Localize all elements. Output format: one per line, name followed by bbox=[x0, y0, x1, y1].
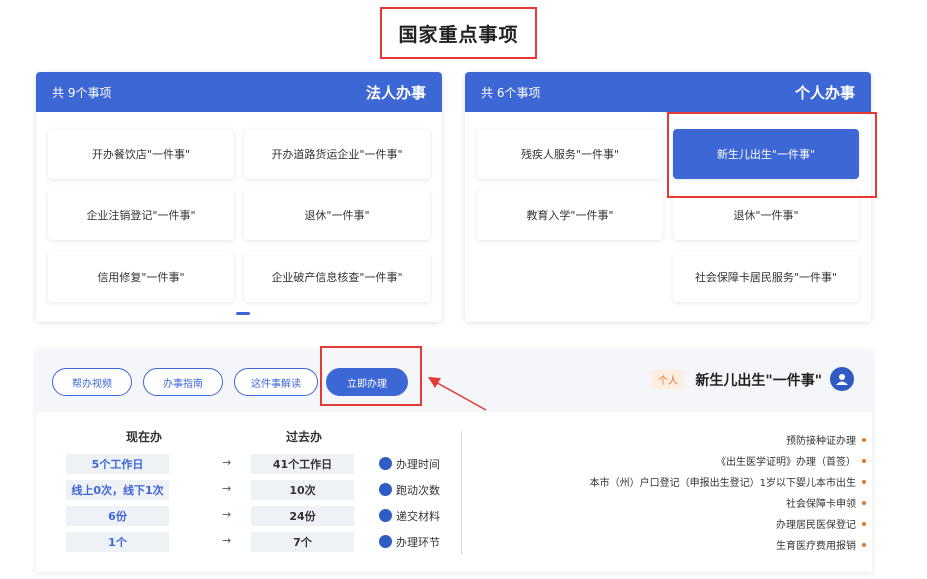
personal-panel: 共 6个事项 个人办事 新生儿出生"一件事" 残疾人服务"一件事" 退休"一件事… bbox=[465, 72, 871, 322]
page-title-box: 国家重点事项 bbox=[380, 7, 537, 59]
detail-section: 帮办视频 办事指南 这件事解读 立即办理 个人 新生儿出生"一件事" 现在办 过… bbox=[36, 350, 872, 572]
page-title: 国家重点事项 bbox=[398, 23, 519, 46]
bullet-icon bbox=[862, 521, 866, 526]
bullet-icon bbox=[862, 542, 866, 547]
compare-before-value: 24份 bbox=[251, 506, 354, 526]
compare-label: 递交材料 bbox=[396, 510, 440, 523]
help-video-button[interactable]: 帮办视频 bbox=[52, 368, 132, 396]
step-text: 生育医疗费用报销 bbox=[776, 541, 856, 552]
run-icon bbox=[379, 483, 392, 496]
legal-card-3[interactable]: 退休"一件事" bbox=[244, 190, 430, 240]
compare-label: 跑动次数 bbox=[396, 484, 440, 497]
legal-panel: 共 9个事项 法人办事 开办道路货运企业"一件事" 开办餐饮店"一件事" 退休"… bbox=[36, 72, 442, 322]
guide-button[interactable]: 办事指南 bbox=[143, 368, 223, 396]
compare-row: 1个 → 7个 办理环节 bbox=[66, 532, 466, 554]
personal-card-3[interactable]: 退休"一件事" bbox=[673, 190, 859, 240]
list-item: 社会保障卡申领 bbox=[786, 495, 866, 510]
arrow-icon: → bbox=[222, 482, 232, 495]
list-item: 本市（州）户口登记（申报出生登记）1岁以下婴儿本市出生 bbox=[590, 474, 866, 489]
legal-card-6[interactable]: 信用修复"一件事" bbox=[48, 252, 234, 302]
compare-now-value: 5个工作日 bbox=[66, 454, 169, 474]
bullet-icon bbox=[862, 500, 866, 505]
detail-title: 新生儿出生"一件事" bbox=[695, 373, 822, 389]
compare-before-value: 10次 bbox=[251, 480, 354, 500]
arrow-icon: → bbox=[222, 508, 232, 521]
item-type-badge: 个人 bbox=[652, 370, 684, 389]
arrow-icon: → bbox=[222, 456, 232, 469]
section-divider bbox=[461, 430, 462, 555]
compare-before-value: 7个 bbox=[251, 532, 354, 552]
legal-panel-title: 法人办事 bbox=[365, 83, 426, 102]
compare-row: 6份 → 24份 递交材料 bbox=[66, 506, 466, 528]
compare-label: 办理时间 bbox=[396, 458, 440, 471]
list-item: 生育医疗费用报销 bbox=[776, 537, 866, 552]
legal-card-5[interactable]: 企业破产信息核查"一件事" bbox=[244, 252, 430, 302]
personal-card-4[interactable]: 教育入学"一件事" bbox=[477, 190, 663, 240]
compare-row: 线上0次，线下1次 → 10次 跑动次数 bbox=[66, 480, 466, 502]
compare-row: 5个工作日 → 41个工作日 办理时间 bbox=[66, 454, 466, 476]
policy-button[interactable]: 这件事解读 bbox=[234, 368, 318, 396]
arrow-icon: → bbox=[222, 534, 232, 547]
folder-icon bbox=[379, 509, 392, 522]
apply-now-button[interactable]: 立即办理 bbox=[326, 368, 408, 396]
compare-label: 办理环节 bbox=[396, 536, 440, 549]
step-text: 社会保障卡申领 bbox=[786, 499, 856, 510]
compare-head-now: 现在办 bbox=[126, 430, 163, 444]
personal-card-5[interactable]: 社会保障卡居民服务"一件事" bbox=[673, 252, 859, 302]
bullet-icon bbox=[862, 437, 866, 442]
legal-panel-count: 共 9个事项 bbox=[52, 85, 112, 100]
compare-now-value: 1个 bbox=[66, 532, 169, 552]
personal-card-1[interactable]: 新生儿出生"一件事" bbox=[673, 129, 859, 179]
personal-panel-header: 共 6个事项 个人办事 bbox=[465, 72, 871, 112]
steps-icon bbox=[379, 535, 392, 548]
compare-now-value: 6份 bbox=[66, 506, 169, 526]
step-text: 本市（州）户口登记（申报出生登记）1岁以下婴儿本市出生 bbox=[589, 478, 856, 489]
personal-panel-count: 共 6个事项 bbox=[481, 85, 541, 100]
personal-card-2[interactable]: 残疾人服务"一件事" bbox=[477, 129, 663, 179]
detail-header: 帮办视频 办事指南 这件事解读 立即办理 个人 新生儿出生"一件事" bbox=[36, 350, 872, 412]
person-icon bbox=[830, 367, 854, 391]
legal-card-2[interactable]: 开办餐饮店"一件事" bbox=[48, 129, 234, 179]
carousel-indicator[interactable] bbox=[236, 312, 250, 315]
compare-before-value: 41个工作日 bbox=[251, 454, 354, 474]
clock-icon bbox=[379, 457, 392, 470]
personal-panel-title: 个人办事 bbox=[794, 83, 855, 102]
legal-card-4[interactable]: 企业注销登记"一件事" bbox=[48, 190, 234, 240]
bullet-icon bbox=[862, 458, 866, 463]
list-item: 预防接种证办理 bbox=[786, 432, 866, 447]
step-text: 办理居民医保登记 bbox=[776, 520, 856, 531]
legal-card-1[interactable]: 开办道路货运企业"一件事" bbox=[244, 129, 430, 179]
comparison-table: 现在办 过去办 5个工作日 → 41个工作日 办理时间 线上0次，线下1次 → … bbox=[66, 428, 466, 568]
list-item: 办理居民医保登记 bbox=[776, 516, 866, 531]
compare-now-value: 线上0次，线下1次 bbox=[66, 480, 169, 500]
step-text: 预防接种证办理 bbox=[786, 436, 856, 447]
bullet-icon bbox=[862, 479, 866, 484]
step-text: 《出生医学证明》办理（首签） bbox=[716, 457, 856, 468]
legal-panel-header: 共 9个事项 法人办事 bbox=[36, 72, 442, 112]
list-item: 《出生医学证明》办理（首签） bbox=[716, 453, 866, 468]
compare-head-before: 过去办 bbox=[286, 430, 323, 444]
